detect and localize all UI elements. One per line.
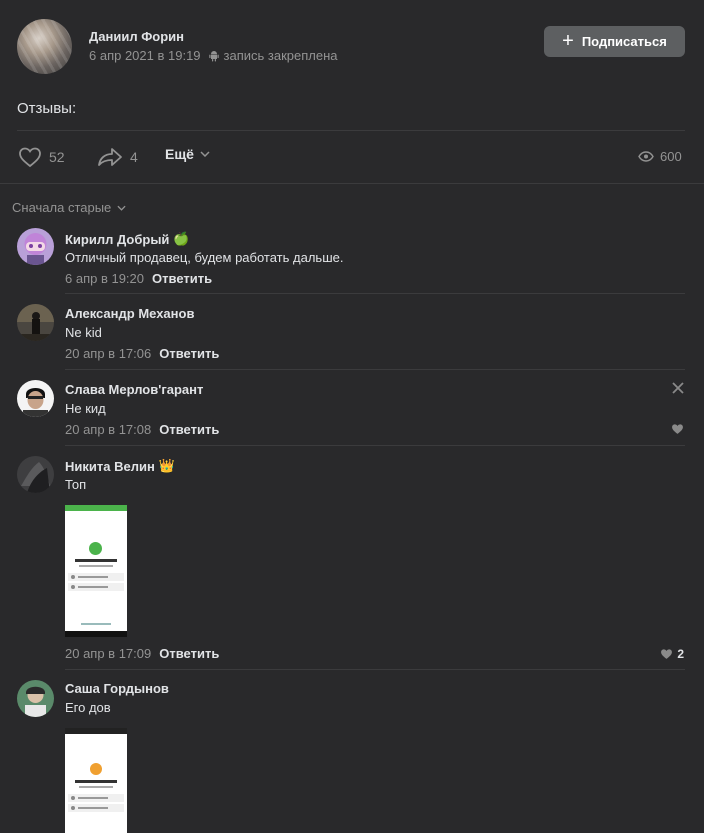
reply-button[interactable]: Ответить (159, 646, 219, 661)
comment-author[interactable]: Кирилл Добрый 🍏 (65, 231, 190, 247)
more-label: Ещё (165, 146, 194, 162)
comment-divider (65, 669, 685, 670)
comment-meta: 20 апр в 17:06 Ответить (65, 346, 219, 361)
like-count: 52 (49, 149, 65, 165)
comment-meta: 20 апр в 17:09 Ответить (65, 646, 219, 661)
reply-button[interactable]: Ответить (159, 346, 219, 361)
author-name[interactable]: Даниил Форин (89, 29, 184, 44)
comment-date[interactable]: 20 апр в 17:09 (65, 646, 151, 661)
subscribe-label: Подписаться (581, 34, 667, 49)
post-date[interactable]: 6 апр 2021 в 19:19 (89, 48, 201, 63)
comment-avatar[interactable] (17, 228, 54, 265)
comment-text: Топ (65, 477, 87, 492)
eye-icon (638, 151, 654, 162)
cake-icon (90, 763, 102, 775)
comment-date[interactable]: 6 апр в 19:20 (65, 271, 144, 286)
comment-text: Не кид (65, 401, 106, 416)
close-icon[interactable] (672, 382, 684, 394)
comment-date[interactable]: 20 апр в 17:06 (65, 346, 151, 361)
check-icon (89, 542, 102, 555)
comment-avatar[interactable] (17, 304, 54, 341)
sort-dropdown[interactable]: Сначала старые (12, 200, 126, 215)
comment-avatar[interactable] (17, 456, 54, 493)
comment-like-count: 2 (677, 647, 684, 661)
comment-meta: 6 апр в 19:20 Ответить (65, 271, 212, 286)
comment-author[interactable]: Никита Велин 👑 (65, 458, 175, 474)
screenshot-attachment[interactable] (65, 505, 127, 637)
comment-divider (65, 445, 685, 446)
android-icon (208, 50, 219, 61)
more-button[interactable]: Ещё (165, 146, 210, 162)
views-counter: 600 (638, 149, 682, 164)
subscribe-button[interactable]: + Подписаться (544, 26, 685, 57)
reply-button[interactable]: Ответить (159, 422, 219, 437)
comment-author[interactable]: Александр Механов (65, 306, 194, 321)
comment-author[interactable]: Слава Мерлов'гарант (65, 382, 203, 397)
comment-divider (65, 293, 685, 294)
share-count: 4 (130, 149, 138, 165)
actions-divider (0, 183, 704, 184)
comment-date[interactable]: 20 апр в 17:08 (65, 422, 151, 437)
share-button[interactable]: 4 (96, 146, 138, 168)
sort-label: Сначала старые (12, 200, 112, 215)
like-button[interactable]: 52 (17, 146, 65, 168)
comment-like-button[interactable]: 2 (660, 647, 684, 661)
green-apple-badge: 🍏 (173, 231, 190, 246)
post-meta: 6 апр 2021 в 19:19 запись закреплена (89, 48, 338, 63)
comment-avatar[interactable] (17, 380, 54, 417)
comment-text: Его дов (65, 700, 111, 715)
comment-like-button[interactable] (671, 423, 684, 435)
comment-text: Ne kid (65, 325, 102, 340)
heart-icon (19, 147, 41, 168)
comment-avatar[interactable] (17, 680, 54, 717)
crown-badge: 👑 (158, 458, 175, 473)
comment-divider (65, 369, 685, 370)
screenshot-attachment[interactable] (65, 728, 127, 833)
comment-meta: 20 апр в 17:08 Ответить (65, 422, 219, 437)
post-divider (17, 130, 685, 131)
post-text: Отзывы: (17, 100, 77, 117)
comment-text: Отличный продавец, будем работать дальше… (65, 250, 344, 265)
pinned-label: запись закреплена (223, 48, 338, 63)
heart-icon (661, 649, 673, 659)
share-icon (98, 148, 122, 166)
heart-icon (672, 424, 683, 434)
reply-button[interactable]: Ответить (152, 271, 212, 286)
comment-author[interactable]: Саша Гордынов (65, 681, 169, 696)
author-avatar[interactable] (17, 19, 72, 74)
chevron-down-icon (117, 205, 126, 211)
chevron-down-icon (200, 151, 210, 157)
views-count: 600 (660, 149, 682, 164)
plus-icon: + (562, 29, 574, 52)
post-header: Даниил Форин 6 апр 2021 в 19:19 запись з… (0, 0, 704, 90)
post-actions: 52 4 Ещё 600 (0, 132, 704, 182)
